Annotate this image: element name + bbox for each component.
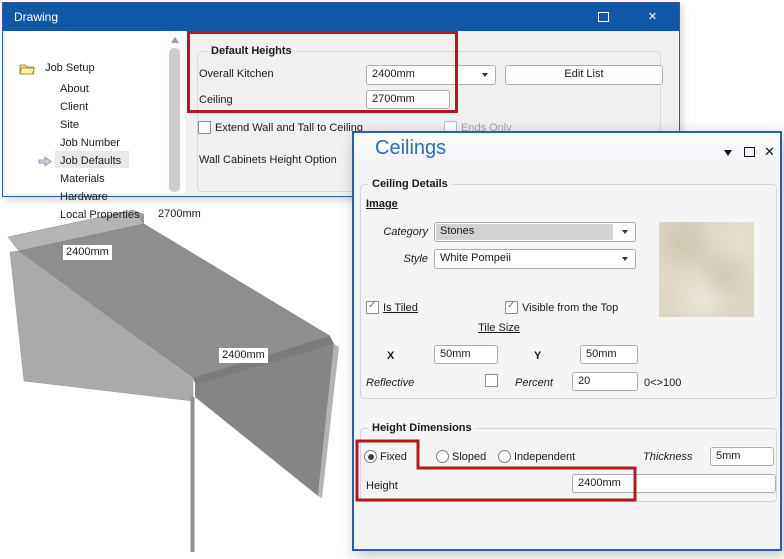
ceilings-dialog: Ceilings ✕ Ceiling Details Image Categor… [352,131,782,551]
category-combobox[interactable]: Stones [434,222,636,242]
maximize-icon[interactable] [597,12,610,24]
ceiling-label: Ceiling [199,94,233,106]
independent-radio[interactable] [498,450,511,463]
height-dimensions-group-label: Height Dimensions [368,422,476,434]
selected-item-arrow-icon [38,156,52,167]
ceiling-height-input[interactable]: 2700mm [366,90,450,109]
dimension-label-left: 2400mm [63,245,112,260]
percent-label: Percent [515,377,553,389]
is-tiled-checkbox[interactable] [366,300,379,314]
dropdown-arrow-icon [622,230,628,234]
thickness-input[interactable]: 5mm [710,447,774,466]
ceilings-title-bar[interactable]: Ceilings ✕ [354,133,780,163]
fixed-label[interactable]: Fixed [380,451,407,463]
scroll-up-arrow-icon[interactable] [171,37,179,43]
tile-y-label: Y [534,350,542,362]
tree-scrollbar[interactable] [167,31,183,194]
wall-cabinets-height-option-label: Wall Cabinets Height Option [199,154,337,166]
close-icon[interactable]: ✕ [646,11,659,23]
reflective-label: Reflective [366,377,415,389]
visible-from-top-label: Visible from the Top [522,302,619,314]
tile-y-input[interactable]: 50mm [580,345,638,364]
dropdown-menu-icon[interactable] [724,150,732,156]
height-label: Height [366,480,398,492]
thickness-label: Thickness [643,451,693,463]
independent-label[interactable]: Independent [514,451,575,463]
ceiling-details-group-label: Ceiling Details [368,178,452,190]
sloped-radio[interactable] [436,450,449,463]
tile-x-label: X [387,350,395,362]
percent-range-label: 0<>100 [644,377,682,389]
style-combobox[interactable]: White Pompeii [434,249,636,269]
tile-x-input[interactable]: 50mm [434,345,498,364]
dropdown-arrow-icon [482,73,488,77]
corner-pole [190,397,195,552]
folder-icon [19,64,36,75]
extend-wall-checkbox[interactable] [198,121,211,134]
height-input[interactable]: 2400mm [572,474,776,493]
overall-kitchen-combobox[interactable]: 2400mm [366,65,496,85]
drawing-title-bar[interactable]: Drawing ✕ [3,3,679,31]
scrollbar-thumb[interactable] [169,48,180,192]
edit-list-button[interactable]: Edit List [505,65,663,85]
navigation-tree: Job Setup About Client Site Job Number J… [5,31,185,221]
visible-from-top-checkbox[interactable] [505,300,518,314]
texture-preview [659,222,754,317]
fixed-radio[interactable] [364,450,377,463]
overall-kitchen-label: Overall Kitchen [199,68,274,80]
close-icon[interactable]: ✕ [764,145,775,158]
sloped-label[interactable]: Sloped [452,451,486,463]
app-root: { "colors": { "title_bar_blue": "#1157a7… [0,0,784,556]
style-label: Style [403,253,428,265]
dimension-label-right: 2400mm [219,348,268,363]
drawing-window-title: Drawing [14,10,59,24]
reflective-checkbox[interactable] [485,374,498,387]
percent-input[interactable]: 20 [572,372,638,391]
tree-item-local-properties[interactable]: Local Properties [57,206,217,224]
image-label[interactable]: Image [366,198,398,210]
category-label: Category [383,226,428,238]
tree-item-job-setup[interactable]: Job Setup [19,61,179,79]
tile-size-label[interactable]: Tile Size [449,322,549,334]
ceilings-dialog-title: Ceilings [375,137,447,159]
maximize-icon[interactable] [744,147,755,157]
default-heights-group-label: Default Heights [207,45,296,57]
extend-wall-label: Extend Wall and Tall to Ceiling [215,122,363,134]
is-tiled-label[interactable]: Is Tiled [383,302,418,314]
dropdown-arrow-icon [622,257,628,261]
